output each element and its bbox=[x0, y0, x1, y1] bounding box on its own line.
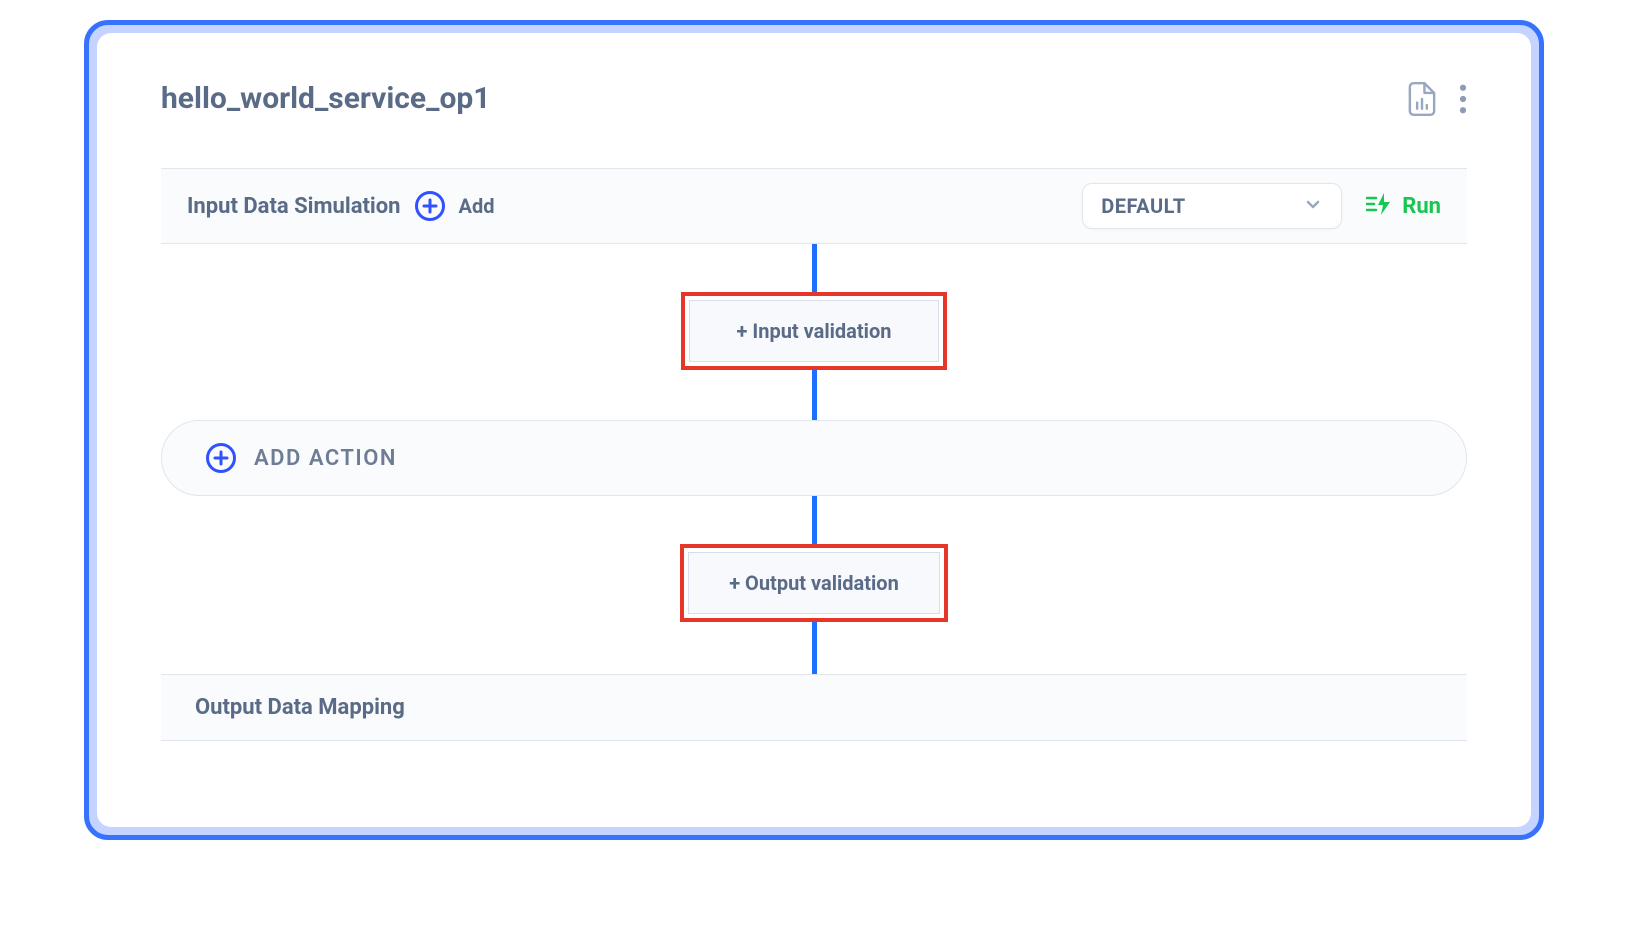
output-mapping-label: Output Data Mapping bbox=[195, 695, 405, 720]
header-actions bbox=[1407, 82, 1467, 116]
simulation-select[interactable]: DEFAULT bbox=[1082, 183, 1342, 229]
outer-frame: hello_world_service_op1 bbox=[84, 20, 1544, 840]
input-validation-button[interactable]: + Input validation bbox=[689, 300, 939, 362]
add-action-button[interactable]: ADD ACTION bbox=[161, 420, 1467, 496]
run-bolt-icon bbox=[1366, 191, 1394, 221]
simulation-select-value: DEFAULT bbox=[1101, 194, 1185, 218]
flow-connector bbox=[812, 370, 817, 420]
input-simulation-bar: Input Data Simulation Add DEFAULT bbox=[161, 168, 1467, 244]
page-title: hello_world_service_op1 bbox=[161, 81, 490, 116]
chevron-down-icon bbox=[1303, 194, 1323, 218]
run-button[interactable]: Run bbox=[1366, 191, 1441, 221]
add-simulation-label[interactable]: Add bbox=[459, 194, 495, 218]
input-validation-highlight: + Input validation bbox=[681, 292, 947, 370]
inner-card: hello_world_service_op1 bbox=[97, 33, 1531, 827]
flow-connector bbox=[812, 622, 817, 674]
output-validation-highlight: + Output validation bbox=[680, 544, 948, 622]
output-mapping-bar[interactable]: Output Data Mapping bbox=[161, 674, 1467, 741]
add-simulation-button[interactable] bbox=[415, 191, 445, 221]
input-simulation-left: Input Data Simulation Add bbox=[187, 191, 494, 221]
input-simulation-label: Input Data Simulation bbox=[187, 194, 401, 219]
add-action-label: ADD ACTION bbox=[254, 446, 397, 471]
kebab-menu-icon[interactable] bbox=[1459, 84, 1467, 114]
plus-circle-icon bbox=[206, 443, 236, 473]
output-validation-button[interactable]: + Output validation bbox=[688, 552, 940, 614]
run-button-label: Run bbox=[1402, 194, 1441, 219]
flow-connector bbox=[812, 244, 817, 292]
header: hello_world_service_op1 bbox=[161, 81, 1467, 116]
input-simulation-right: DEFAULT bbox=[1082, 183, 1441, 229]
flow-area: + Input validation ADD ACTION + Output v… bbox=[161, 244, 1467, 674]
chart-file-icon[interactable] bbox=[1407, 82, 1437, 116]
flow-connector bbox=[812, 496, 817, 544]
